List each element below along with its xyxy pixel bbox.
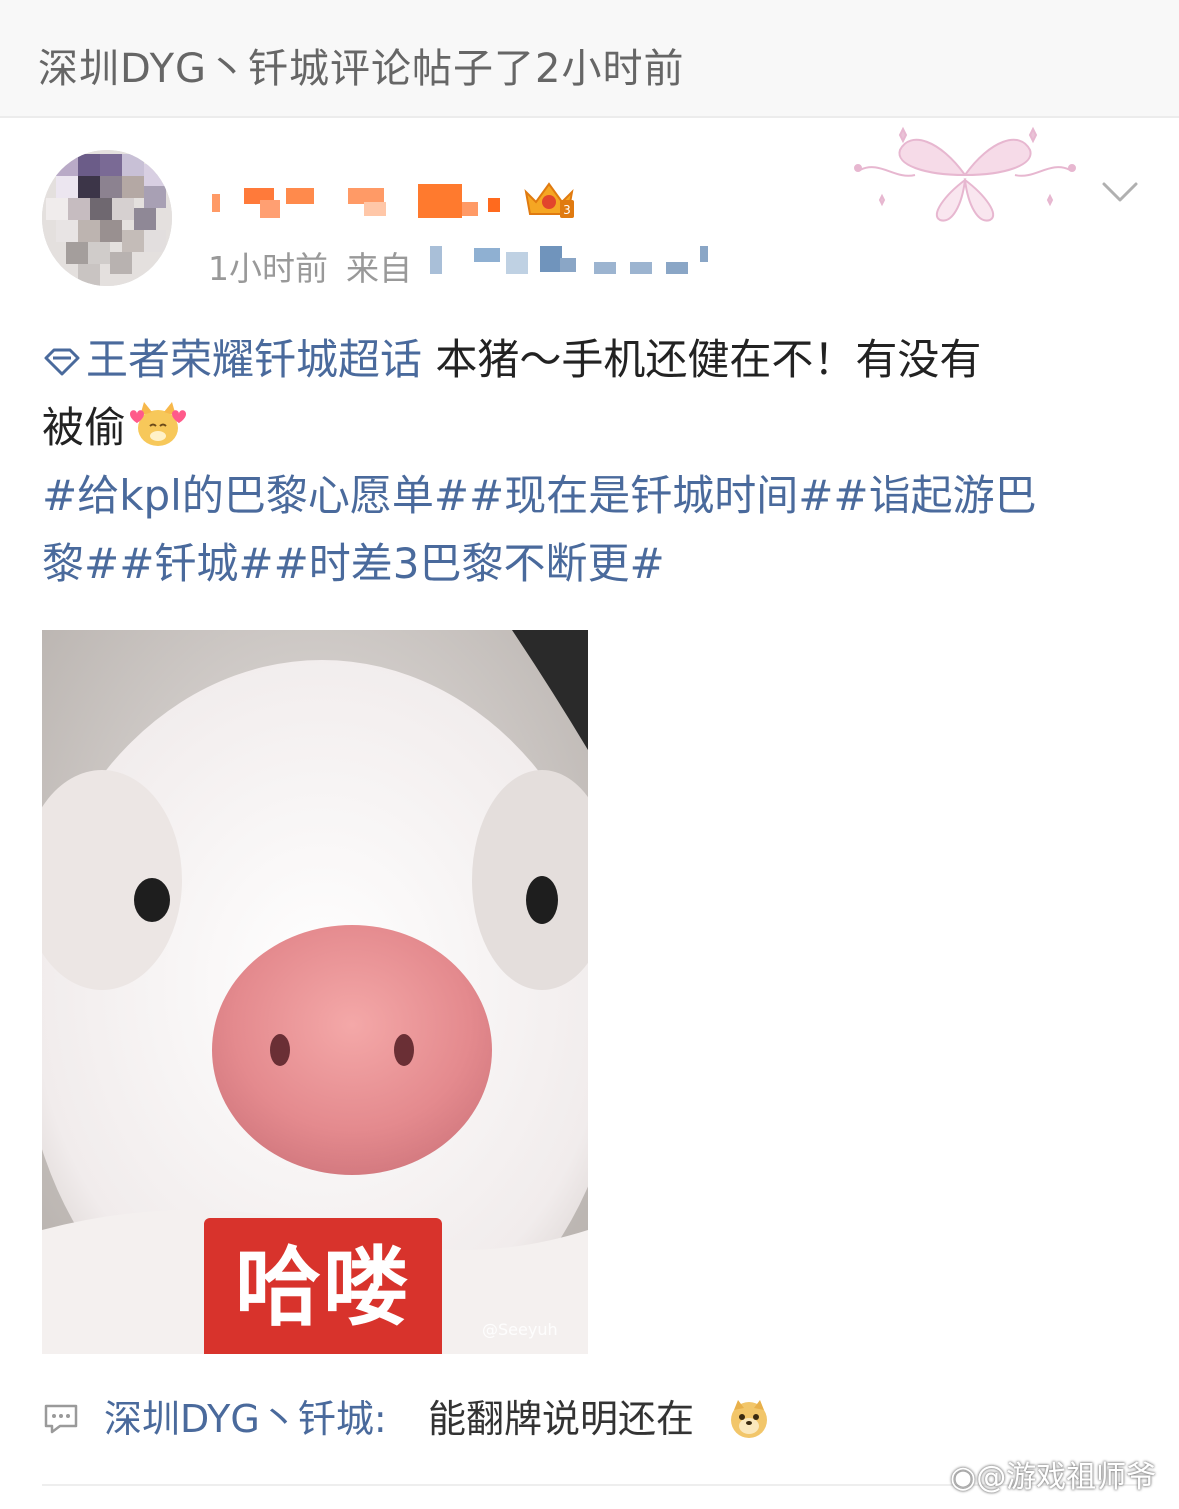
post-source-obscured[interactable] xyxy=(430,246,720,276)
post-text-part-2: 被偷 xyxy=(42,403,127,452)
weibo-logo-icon: ◉ xyxy=(950,1460,977,1495)
svg-text:3: 3 xyxy=(563,203,571,217)
butterfly-decoration-icon xyxy=(854,126,1076,222)
doge-emoji-icon xyxy=(731,1400,767,1438)
avatar-mosaic xyxy=(42,150,172,286)
watermark-text: @游戏祖师爷 xyxy=(976,1460,1157,1495)
chevron-down-icon[interactable] xyxy=(1098,172,1142,212)
post-image[interactable]: 哈喽 @Seeyuh xyxy=(42,630,588,1354)
fox-heart-emoji-icon xyxy=(130,402,187,446)
watermark: ◉@游戏祖师爷 xyxy=(950,1452,1156,1496)
post-text-line-1: 王者荣耀钎城超话 本猪～手机还健在不！有没有 xyxy=(42,326,1142,394)
post-source-prefix: 来自 xyxy=(346,249,412,288)
post-time: 1小时前 xyxy=(208,249,328,288)
avatar[interactable] xyxy=(42,150,172,286)
post-text-line-2: 被偷 xyxy=(42,394,1142,462)
header-title: 深圳DYG丶钎城评论帖子了2小时前 xyxy=(38,46,685,92)
hashtags-line-1[interactable]: #给kpl的巴黎心愿单##现在是钎城时间##诣起游巴 xyxy=(42,462,1142,530)
topic-label: 王者荣耀钎城超话 xyxy=(86,335,423,384)
post-body: 王者荣耀钎城超话 本猪～手机还健在不！有没有 被偷 #给kpl的巴黎心愿单##现… xyxy=(42,326,1142,598)
image-credit: @Seeyuh xyxy=(482,1320,558,1339)
post-text-part-1: 本猪～手机还健在不！有没有 xyxy=(422,335,982,384)
page-header: 深圳DYG丶钎城评论帖子了2小时前 xyxy=(0,0,1179,118)
comment-author[interactable]: 深圳DYG丶钎城: xyxy=(104,1394,387,1444)
topic-link[interactable]: 王者荣耀钎城超话 xyxy=(42,335,422,384)
comment-icon xyxy=(44,1404,78,1434)
diamond-topic-icon xyxy=(44,348,80,376)
post-meta: 1小时前 来自 xyxy=(208,242,430,290)
comment-text: 能翻牌说明还在 xyxy=(428,1397,695,1441)
image-caption: 哈喽 xyxy=(204,1218,442,1354)
hashtags-line-2[interactable]: 黎##钎城##时差3巴黎不断更# xyxy=(42,530,1142,598)
crown-badge-icon: 3 xyxy=(524,182,574,218)
